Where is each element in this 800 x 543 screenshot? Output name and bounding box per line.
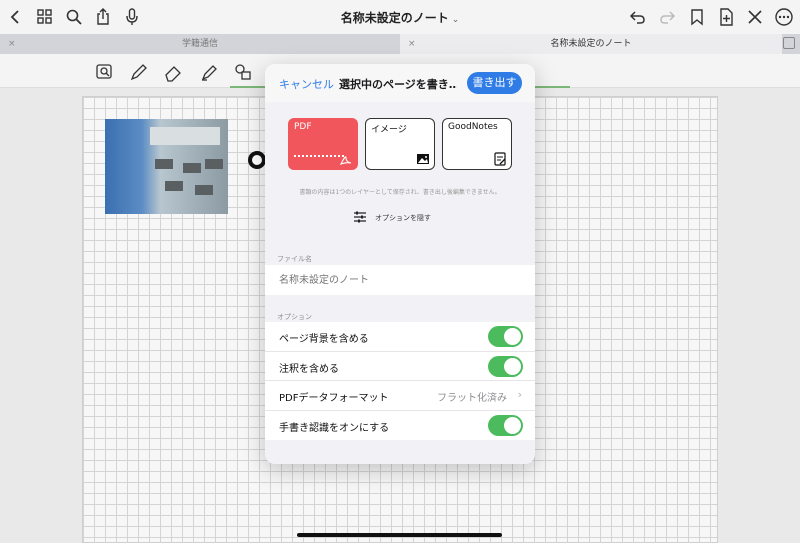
toggle-knob	[504, 357, 521, 375]
document-title-text: 名称未設定のノート	[340, 11, 449, 25]
format-goodnotes-option[interactable]: GoodNotes	[442, 118, 512, 170]
toggle-knob	[504, 328, 521, 345]
image-desk	[183, 163, 201, 173]
option-pdf-data-format[interactable]: PDFデータフォーマット フラット化済み ›	[265, 381, 535, 411]
chevron-right-icon: ›	[517, 388, 522, 401]
filename-section-label: ファイル名	[277, 255, 312, 263]
tab-label: 学籍通信	[181, 39, 218, 49]
option-label: 注釈を含める	[279, 363, 339, 375]
home-indicator	[297, 533, 502, 537]
pdf-preview-scribble	[294, 149, 344, 157]
option-label: 手書き認識をオンにする	[279, 422, 390, 434]
include-background-toggle[interactable]	[488, 326, 523, 347]
option-label: ページ背景を含める	[279, 334, 369, 345]
handwriting-recognition-toggle[interactable]	[488, 414, 523, 436]
options-section-label: オプション	[277, 313, 312, 321]
hide-options-label: オプションを隠す	[375, 214, 431, 222]
more-icon[interactable]	[774, 7, 794, 27]
top-navigation-bar: 名称未設定のノート ⌄	[0, 0, 800, 34]
notebook-icon	[493, 151, 507, 166]
add-page-icon[interactable]	[716, 7, 736, 27]
cancel-button[interactable]: キャンセル	[279, 76, 334, 92]
image-desk	[195, 185, 213, 195]
image-window-area	[150, 127, 220, 145]
highlighter-icon[interactable]	[198, 61, 220, 83]
image-icon	[416, 151, 430, 165]
pdf-format-value: フラット化済み	[437, 393, 507, 404]
options-list: ページ背景を含める 注釈を含める PDFデータフォーマット フラット化済み › …	[265, 322, 535, 440]
format-pdf-option[interactable]: PDF	[288, 118, 358, 170]
shapes-icon[interactable]	[232, 61, 254, 83]
pointer-ring-icon	[248, 151, 266, 169]
include-annotations-toggle[interactable]	[488, 355, 523, 377]
option-include-annotations: 注釈を含める	[265, 352, 535, 381]
tab-close-icon[interactable]: ×	[408, 34, 416, 54]
sliders-icon	[354, 211, 366, 223]
tab-label: 名称未設定のノート	[550, 39, 632, 49]
document-title[interactable]: 名称未設定のノート ⌄	[0, 9, 800, 26]
option-label: PDFデータフォーマット	[279, 393, 389, 404]
image-desk	[155, 159, 173, 169]
tab-options-icon[interactable]	[783, 37, 795, 49]
lasso-zoom-icon[interactable]	[94, 61, 116, 83]
filename-row	[265, 265, 535, 295]
document-tabs: × 学籍通信 × 名称未設定のノート	[0, 34, 800, 54]
toggle-knob	[504, 416, 521, 434]
image-desk	[205, 159, 223, 169]
popover-title: 選択中のページを書き…	[339, 78, 457, 91]
bookmark-icon[interactable]	[687, 7, 707, 27]
export-note: 書類の内容は1つのレイヤーとして保存され、書き出し後編集できません。	[299, 189, 501, 196]
popover-header: キャンセル 選択中のページを書き… 書き出す	[265, 64, 535, 102]
export-popover: キャンセル 選択中のページを書き… 書き出す PDF イメージ GoodNote…	[265, 64, 535, 464]
acrobat-icon	[339, 151, 353, 166]
eraser-icon[interactable]	[162, 61, 184, 83]
format-label: PDF	[294, 122, 312, 132]
format-image-option[interactable]: イメージ	[365, 118, 435, 170]
filename-input[interactable]	[279, 272, 519, 288]
tab-untitled-note[interactable]: × 名称未設定のノート	[400, 34, 782, 54]
undo-icon[interactable]	[628, 7, 648, 27]
format-label: GoodNotes	[448, 122, 498, 132]
tab-gakuseki[interactable]: × 学籍通信	[0, 34, 400, 54]
option-handwriting-recognition: 手書き認識をオンにする	[265, 411, 535, 441]
close-icon[interactable]	[745, 7, 765, 27]
format-label: イメージ	[371, 125, 407, 135]
pen-icon[interactable]	[128, 61, 150, 83]
classroom-image[interactable]	[105, 119, 228, 214]
format-selector: PDF イメージ GoodNotes	[288, 118, 512, 170]
image-desk	[165, 181, 183, 191]
chevron-down-icon: ⌄	[451, 15, 460, 25]
option-include-background: ページ背景を含める	[265, 322, 535, 352]
export-button[interactable]: 書き出す	[467, 72, 522, 94]
tab-close-icon[interactable]: ×	[8, 34, 16, 54]
redo-icon[interactable]	[657, 7, 677, 27]
